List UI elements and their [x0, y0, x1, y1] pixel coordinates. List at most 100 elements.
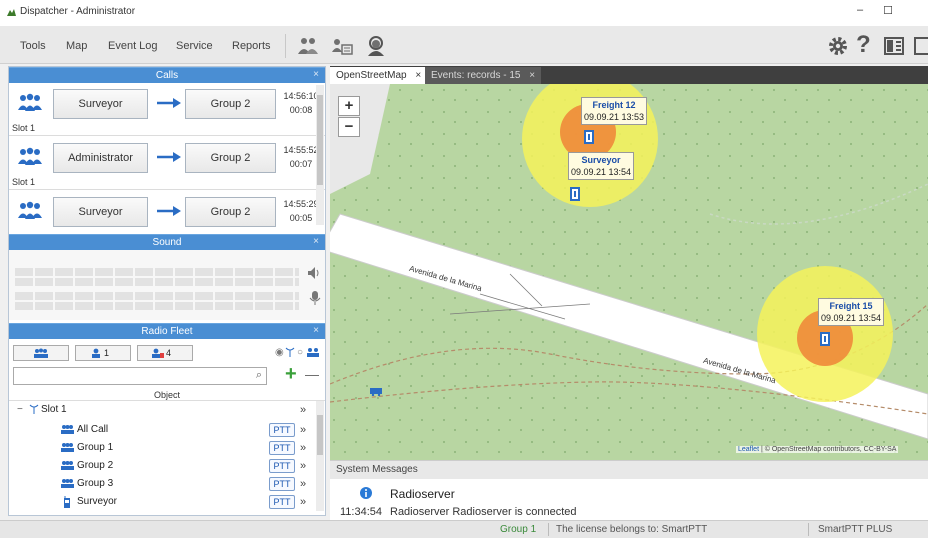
maximize-button[interactable]: ☐	[878, 4, 898, 20]
chevron-icon[interactable]: »	[300, 493, 306, 511]
call-start-time: 14:55:29	[283, 199, 319, 209]
users-radio-icon[interactable]	[296, 34, 320, 58]
radio-fleet-panel-header: Radio Fleet ×	[9, 323, 325, 339]
tree-row-group[interactable]: Group 3 PTT »	[9, 475, 315, 493]
speaker-icon[interactable]	[307, 266, 321, 280]
arrow-right-icon	[157, 152, 181, 162]
radio-marker-icon[interactable]	[584, 130, 594, 144]
map-marker-label[interactable]: Surveyor 09.09.21 13:54	[568, 152, 635, 180]
call-source: Surveyor	[53, 89, 148, 119]
view-group-option[interactable]: ○	[297, 347, 303, 358]
calls-panel-header: Calls ×	[9, 67, 325, 83]
tab-openstreetmap[interactable]: OpenStreetMap ×	[330, 67, 428, 84]
menu-event-log[interactable]: Event Log	[108, 40, 158, 52]
ptt-button[interactable]: PTT	[269, 495, 295, 509]
call-time: 14:55:52 00:07	[281, 143, 321, 171]
zoom-out-button[interactable]: −	[338, 117, 360, 137]
map-attribution: Leaflet | © OpenStreetMap contributors, …	[736, 446, 899, 453]
sound-panel	[9, 250, 325, 320]
contact-card-icon[interactable]	[330, 34, 354, 58]
call-row[interactable]: Administrator Group 2 14:55:52 00:07 Slot…	[9, 137, 325, 190]
ptt-button[interactable]: PTT	[269, 477, 295, 491]
ptt-button[interactable]: PTT	[269, 441, 295, 455]
chevron-icon[interactable]: »	[300, 457, 306, 475]
call-time: 14:55:29 00:05	[281, 197, 321, 225]
attribution-link[interactable]: Leaflet	[738, 446, 759, 453]
object-column-header[interactable]: Object	[9, 389, 325, 401]
chevron-icon[interactable]: »	[300, 439, 306, 457]
collapse-icon[interactable]: −	[17, 401, 23, 419]
ptt-button[interactable]: PTT	[269, 459, 295, 473]
calls-scroll-thumb[interactable]	[317, 95, 323, 185]
calls-scrollbar[interactable]	[316, 85, 324, 225]
radio-network-icon	[285, 347, 295, 357]
remove-button[interactable]: —	[305, 366, 319, 382]
user-alert-icon	[152, 348, 164, 358]
fleet-search-input[interactable]: ⌕	[13, 367, 267, 385]
view-radio-option[interactable]: ◉	[275, 347, 284, 358]
map-marker-label[interactable]: Freight 15 09.09.21 13:54	[818, 298, 885, 326]
microphone-icon[interactable]	[309, 290, 321, 306]
search-icon: ⌕	[255, 369, 262, 381]
chevron-icon[interactable]: »	[300, 401, 306, 419]
menu-map[interactable]: Map	[66, 40, 87, 52]
call-start-time: 14:55:52	[283, 145, 319, 155]
chevron-icon[interactable]: »	[300, 475, 306, 493]
sound-panel-header: Sound ×	[9, 234, 325, 250]
radio-fleet-title: Radio Fleet	[141, 326, 193, 337]
zoom-in-button[interactable]: +	[338, 96, 360, 116]
sound-level-meter	[15, 268, 299, 276]
fleet-scroll-thumb[interactable]	[317, 415, 323, 455]
tree-label: Surveyor	[77, 496, 118, 507]
menu-tools[interactable]: Tools	[20, 40, 46, 52]
call-duration: 00:07	[289, 159, 313, 169]
filter-users-button[interactable]: 1	[75, 345, 131, 361]
tree-label: Slot 1	[41, 404, 67, 415]
sound-close-button[interactable]: ×	[313, 234, 319, 250]
group-icon	[61, 443, 74, 452]
help-button[interactable]: ?	[856, 31, 871, 59]
layout-panels-icon[interactable]	[882, 34, 906, 58]
tab-close-icon[interactable]: ×	[529, 70, 535, 81]
fleet-scrollbar[interactable]	[316, 401, 324, 511]
map-marker-label[interactable]: Freight 12 09.09.21 13:53	[581, 97, 648, 125]
message-text: Radioserver Radioserver is connected	[390, 506, 577, 518]
radio-marker-icon[interactable]	[820, 332, 830, 346]
info-icon	[360, 487, 372, 499]
radio-fleet-close-button[interactable]: ×	[313, 323, 319, 339]
vehicle-marker-icon[interactable]	[370, 387, 382, 396]
tree-row-group[interactable]: Group 1 PTT »	[9, 439, 315, 457]
message-time: 11:34:54	[340, 506, 383, 518]
tree-row-radio[interactable]: Surveyor PTT »	[9, 493, 315, 511]
add-button[interactable]: +	[285, 363, 297, 386]
calls-close-button[interactable]: ×	[313, 67, 319, 83]
dispatcher-headset-icon[interactable]	[364, 34, 388, 58]
map-view[interactable]: Avenida de la Marina Avenida de la Marin…	[330, 84, 928, 460]
calls-list: Surveyor Group 2 14:56:10 00:08 Slot 1 Ad…	[9, 83, 325, 233]
filter-all-groups-button[interactable]	[13, 345, 69, 361]
menu-service[interactable]: Service	[176, 40, 213, 52]
settings-gear-icon[interactable]	[826, 34, 850, 58]
arrow-right-icon	[157, 206, 181, 216]
tab-close-icon[interactable]: ×	[415, 70, 421, 81]
menu-reports[interactable]: Reports	[232, 40, 271, 52]
tree-row-slot[interactable]: − Slot 1 »	[9, 401, 315, 419]
call-row[interactable]: Surveyor Group 2 14:56:10 00:08 Slot 1	[9, 83, 325, 136]
handheld-radio-icon	[64, 496, 70, 508]
ptt-button[interactable]: PTT	[269, 423, 295, 437]
call-row[interactable]: Surveyor Group 2 14:55:29 00:05	[9, 191, 325, 233]
call-slot: Slot 1	[12, 123, 36, 133]
group-call-icon	[18, 201, 42, 219]
minimize-button[interactable]: –	[850, 4, 870, 20]
group-call-icon	[18, 147, 42, 165]
tab-label: OpenStreetMap	[336, 70, 407, 81]
chevron-icon[interactable]: »	[300, 421, 306, 439]
expand-icon[interactable]	[912, 34, 928, 58]
tree-row-group[interactable]: Group 2 PTT »	[9, 457, 315, 475]
document-tabs: OpenStreetMap × Events: records - 15 ×	[330, 66, 928, 84]
filter-radios-button[interactable]: 4	[137, 345, 193, 361]
tab-events[interactable]: Events: records - 15 ×	[425, 67, 542, 84]
radio-marker-icon[interactable]	[570, 187, 580, 201]
status-license: The license belongs to: SmartPTT	[556, 524, 708, 535]
tree-row-group[interactable]: All Call PTT »	[9, 421, 315, 439]
